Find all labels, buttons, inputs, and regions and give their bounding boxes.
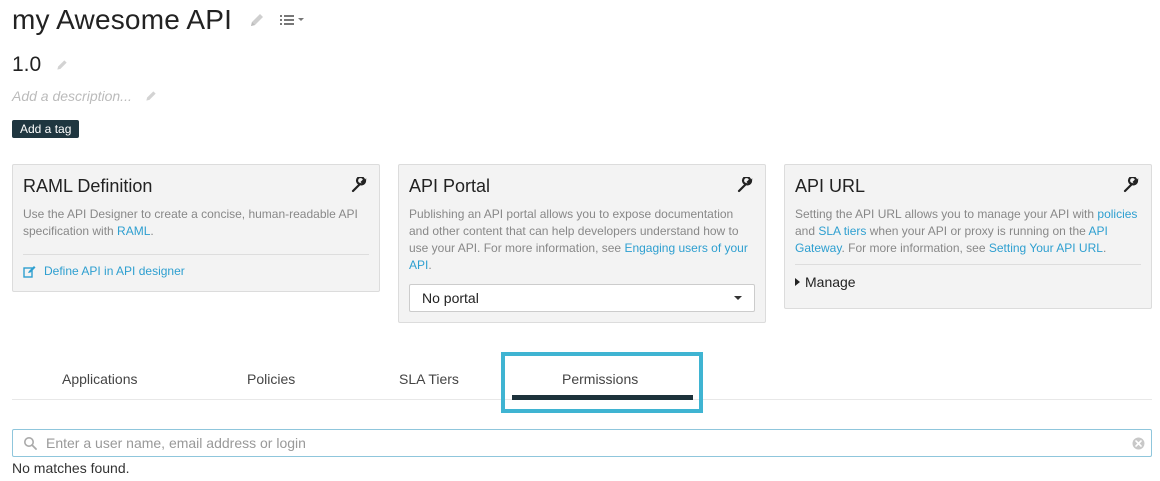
title-row: my Awesome API <box>12 2 308 38</box>
edit-version-pencil-icon[interactable] <box>55 58 69 72</box>
api-url-card: API URL Setting the API URL allows you t… <box>784 164 1152 309</box>
tab-policies[interactable]: Policies <box>247 371 295 387</box>
edit-title-pencil-icon[interactable] <box>248 11 266 29</box>
description-row: Add a description... <box>12 85 158 107</box>
edit-description-pencil-icon[interactable] <box>144 89 158 103</box>
raml-definition-card: RAML Definition Use the API Designer to … <box>12 164 380 292</box>
tab-sla-tiers[interactable]: SLA Tiers <box>399 371 459 387</box>
raml-link[interactable]: RAML <box>117 224 150 238</box>
url-card-text: Setting the API URL allows you to manage… <box>795 206 1141 257</box>
url-text-4: . For more information, see <box>841 241 989 255</box>
add-tag-button[interactable]: Add a tag <box>12 120 80 138</box>
api-detail-page: my Awesome API 1.0 Add a description... … <box>0 0 1160 481</box>
raml-text: Use the API Designer to create a concise… <box>23 207 358 238</box>
caret-right-icon <box>795 278 800 286</box>
edit-icon <box>23 265 36 278</box>
wrench-icon[interactable] <box>351 175 367 193</box>
manage-label: Manage <box>805 274 856 290</box>
sla-tiers-link[interactable]: SLA tiers <box>818 224 866 238</box>
url-text-2: and <box>795 224 819 238</box>
wrench-icon[interactable] <box>1123 175 1139 193</box>
manage-toggle[interactable]: Manage <box>795 274 1141 290</box>
setting-api-url-link[interactable]: Setting Your API URL <box>989 241 1103 255</box>
portal-card-title: API Portal <box>409 176 491 196</box>
user-search-box <box>12 429 1152 457</box>
tab-applications[interactable]: Applications <box>62 371 138 387</box>
url-text-5: . <box>1102 241 1107 255</box>
no-matches-message: No matches found. <box>12 460 130 476</box>
url-text-1: Setting the API URL allows you to manage… <box>795 207 1098 221</box>
highlight-box <box>501 352 703 413</box>
raml-text-end: . <box>150 224 154 238</box>
raml-card-title: RAML Definition <box>23 176 153 196</box>
api-portal-card: API Portal Publishing an API portal allo… <box>398 164 766 323</box>
portal-text-end: . <box>428 258 432 272</box>
portal-select[interactable]: No portal <box>409 284 755 312</box>
api-title: my Awesome API <box>12 4 233 35</box>
description-placeholder[interactable]: Add a description... <box>12 88 132 104</box>
list-menu-icon[interactable] <box>280 13 308 27</box>
user-search-input[interactable] <box>44 430 1132 456</box>
policies-link[interactable]: policies <box>1097 207 1137 221</box>
api-version: 1.0 <box>12 53 42 76</box>
wrench-icon[interactable] <box>737 175 753 193</box>
clear-icon[interactable] <box>1132 437 1145 450</box>
define-api-label: Define API in API designer <box>44 264 185 278</box>
raml-card-text: Use the API Designer to create a concise… <box>23 206 369 240</box>
version-row: 1.0 <box>12 50 69 80</box>
url-text-3: when your API or proxy is running on the <box>866 224 1089 238</box>
portal-select-value: No portal <box>422 290 479 306</box>
search-icon <box>24 437 37 450</box>
divider <box>23 254 369 255</box>
url-card-title: API URL <box>795 176 866 196</box>
define-api-link[interactable]: Define API in API designer <box>23 264 369 278</box>
divider <box>795 264 1141 265</box>
chevron-down-icon <box>734 296 742 300</box>
portal-card-text: Publishing an API portal allows you to e… <box>409 206 755 274</box>
